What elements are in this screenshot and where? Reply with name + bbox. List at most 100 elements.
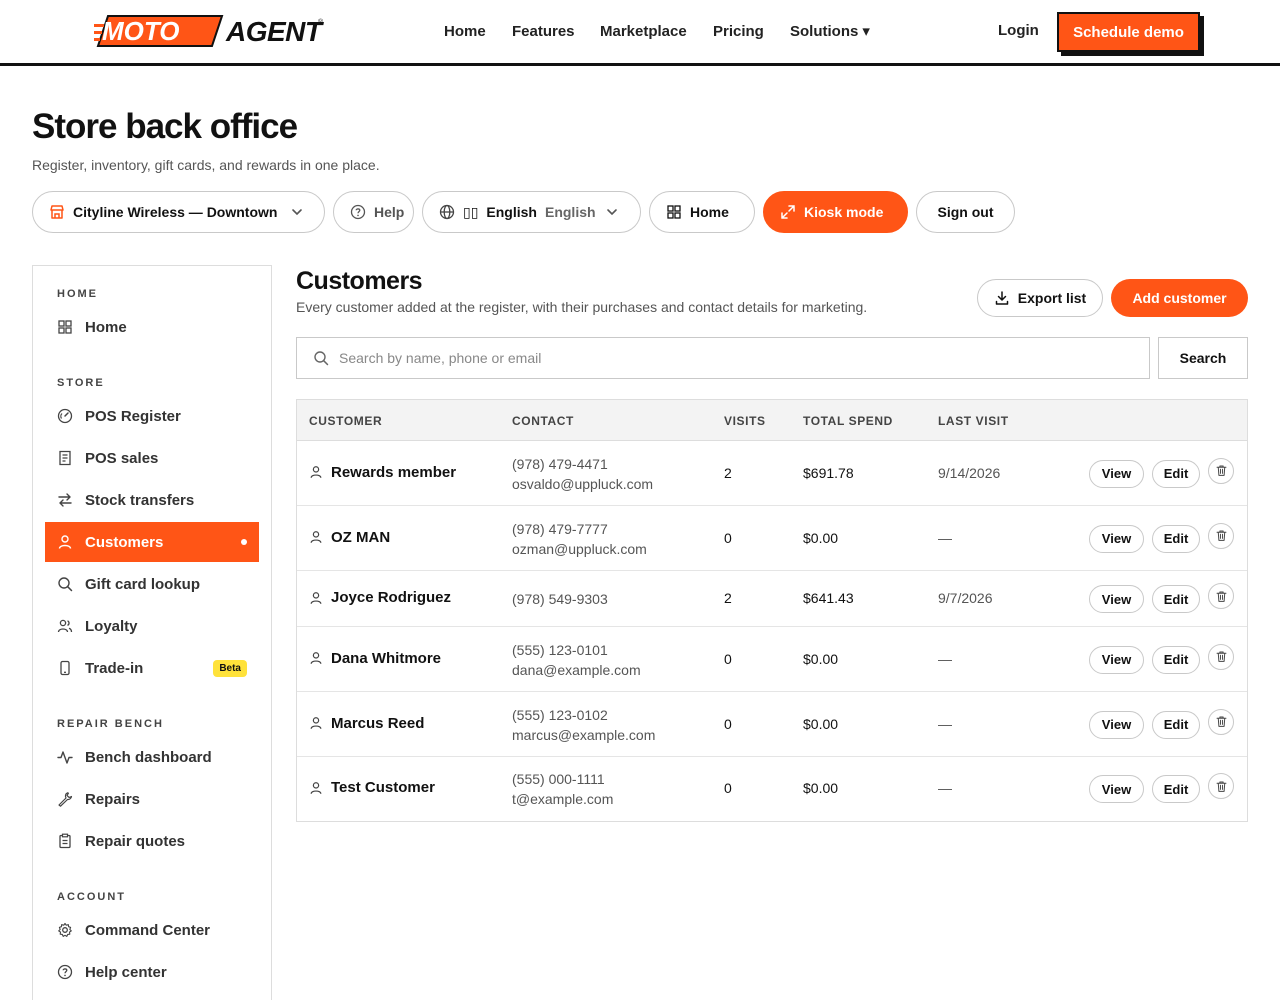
add-customer-button[interactable]: Add customer xyxy=(1111,279,1248,317)
edit-customer-button[interactable]: Edit xyxy=(1152,524,1200,553)
delete-customer-button[interactable] xyxy=(1208,457,1234,484)
nav-solutions-label: Solutions xyxy=(790,23,859,40)
customer-contact-cell: (978) 479-7777 ozman@uppluck.com xyxy=(512,519,647,559)
sidebar-item-pos-sales[interactable]: POS sales xyxy=(45,438,259,478)
table-row: OZ MAN (978) 479-7777 ozman@uppluck.com 0 $0… xyxy=(297,506,1247,571)
kiosk-mode-label: Kiosk mode xyxy=(804,204,884,220)
delete-customer-button[interactable] xyxy=(1208,583,1234,609)
table-row: Test Customer (555) 000-1111 t@example.com… xyxy=(297,757,1247,821)
store-selector[interactable]: Cityline Wireless — Downtown xyxy=(32,191,325,233)
expand-icon xyxy=(781,205,795,219)
delete-customer-button[interactable] xyxy=(1208,708,1234,735)
customer-last-visit: — xyxy=(938,715,952,732)
customer-contact-cell: (555) 123-0102 marcus@example.com xyxy=(512,705,655,745)
delete-customer-button[interactable] xyxy=(1208,522,1234,549)
language-selector[interactable]: ▯▯ English English xyxy=(422,191,641,233)
customer-contact-cell: (555) 123-0101 dana@example.com xyxy=(512,640,641,680)
nav-home[interactable]: Home xyxy=(444,22,486,42)
help-circle-icon xyxy=(350,204,366,220)
home-button-label: Home xyxy=(690,204,729,220)
view-customer-button[interactable]: View xyxy=(1089,775,1144,803)
customer-last-visit: — xyxy=(938,529,952,546)
chevron-down-icon xyxy=(292,209,303,216)
sidebar-item-repair-quotes[interactable]: Repair quotes xyxy=(45,821,259,861)
nav-features[interactable]: Features xyxy=(512,22,575,42)
chevron-down-icon: ▾ xyxy=(862,23,870,40)
page-subtitle: Register, inventory, gift cards, and rew… xyxy=(32,157,380,173)
customers-table: CUSTOMER CONTACT VISITS TOTAL SPEND LAST… xyxy=(296,399,1248,822)
schedule-demo-button[interactable]: Schedule demo xyxy=(1057,12,1200,52)
export-list-button[interactable]: Export list xyxy=(977,279,1103,317)
motoagent-logo[interactable]: MOTO AGENT ® xyxy=(80,13,325,51)
kiosk-mode-button[interactable]: Kiosk mode xyxy=(763,191,908,233)
sidebar-item-command-center[interactable]: Command Center xyxy=(45,910,259,950)
edit-customer-button[interactable]: Edit xyxy=(1152,710,1200,739)
gear-icon xyxy=(58,922,72,937)
sidebar-item-help-center[interactable]: Help center xyxy=(45,952,259,992)
view-customer-button[interactable]: View xyxy=(1089,524,1144,553)
edit-customer-button[interactable]: Edit xyxy=(1152,585,1200,613)
sidebar-item-loyalty[interactable]: Loyalty xyxy=(45,606,259,646)
customers-subtitle: Every customer added at the register, wi… xyxy=(296,299,868,315)
customer-visits: 2 xyxy=(724,464,732,481)
customer-visits: 0 xyxy=(724,780,732,796)
column-header-last-visit: LAST VISIT xyxy=(938,414,1009,428)
sidebar-item-label: Gift card lookup xyxy=(85,575,201,593)
logo-agent-text: AGENT xyxy=(226,16,322,47)
customer-last-visit: — xyxy=(938,780,952,796)
globe-icon xyxy=(439,204,455,220)
customer-phone: (555) 123-0101 xyxy=(512,641,608,658)
customer-name-cell: Joyce Rodriguez xyxy=(309,589,451,606)
home-button[interactable]: Home xyxy=(649,191,755,233)
help-button[interactable]: Help xyxy=(333,191,414,233)
customer-search-input[interactable] xyxy=(339,350,1119,366)
sidebar-item-pos-register[interactable]: POS Register xyxy=(45,396,259,436)
sidebar-item-bench-dashboard[interactable]: Bench dashboard xyxy=(45,737,259,777)
sidebar-item-label: POS Register xyxy=(85,407,181,425)
search-button[interactable]: Search xyxy=(1158,337,1248,379)
table-row: Dana Whitmore (555) 123-0101 dana@example.… xyxy=(297,627,1247,692)
column-header-visits: VISITS xyxy=(724,414,766,428)
store-selector-label: Cityline Wireless — Downtown xyxy=(73,204,278,220)
edit-customer-button[interactable]: Edit xyxy=(1152,459,1200,488)
delete-customer-button[interactable] xyxy=(1208,773,1234,799)
customer-search-box xyxy=(296,337,1150,379)
customer-phone: (978) 549-9303 xyxy=(512,591,608,607)
customer-email: osvaldo@uppluck.com xyxy=(512,475,654,492)
view-customer-button[interactable]: View xyxy=(1089,459,1144,488)
sidebar-item-label: Repair quotes xyxy=(85,832,186,850)
table-header: CUSTOMER CONTACT VISITS TOTAL SPEND LAST… xyxy=(297,400,1247,441)
delete-customer-button[interactable] xyxy=(1208,643,1234,670)
login-link[interactable]: Login xyxy=(998,22,1039,39)
nav-marketplace[interactable]: Marketplace xyxy=(600,22,687,42)
sidebar-item-label: Trade-in xyxy=(85,659,144,677)
edit-customer-button[interactable]: Edit xyxy=(1152,645,1200,674)
logo-moto-text: MOTO xyxy=(102,16,180,46)
user-icon xyxy=(310,466,322,478)
sign-out-button[interactable]: Sign out xyxy=(916,191,1015,233)
sidebar-item-customers[interactable]: Customers xyxy=(45,522,259,562)
users-icon xyxy=(57,619,73,633)
customer-total-spend: $691.78 xyxy=(803,464,854,481)
nav-pricing[interactable]: Pricing xyxy=(713,22,764,42)
table-row: Marcus Reed (555) 123-0102 marcus@example.… xyxy=(297,692,1247,757)
sidebar-item-home[interactable]: Home xyxy=(45,307,259,347)
edit-customer-button[interactable]: Edit xyxy=(1152,775,1200,803)
view-customer-button[interactable]: View xyxy=(1089,710,1144,739)
view-customer-button[interactable]: View xyxy=(1089,585,1144,613)
store-icon xyxy=(50,205,64,219)
gauge-icon xyxy=(57,408,73,424)
view-customer-button[interactable]: View xyxy=(1089,645,1144,674)
sidebar-item-stock-transfers[interactable]: Stock transfers xyxy=(45,480,259,520)
sidebar-item-repairs[interactable]: Repairs xyxy=(45,779,259,819)
sidebar-item-trade-in[interactable]: Trade-in Beta xyxy=(45,648,259,688)
sidebar-item-label: Command Center xyxy=(85,921,211,939)
user-icon xyxy=(310,652,322,664)
user-icon xyxy=(310,717,322,729)
sidebar-item-gift-card-lookup[interactable]: Gift card lookup xyxy=(45,564,259,604)
nav-solutions[interactable]: Solutions ▾ xyxy=(790,22,870,42)
customer-name: Test Customer xyxy=(331,779,435,796)
table-row: Rewards member (978) 479-4471 osvaldo@uppl… xyxy=(297,441,1247,506)
sidebar-item-label: POS sales xyxy=(85,449,159,467)
customer-visits: 0 xyxy=(724,529,732,546)
